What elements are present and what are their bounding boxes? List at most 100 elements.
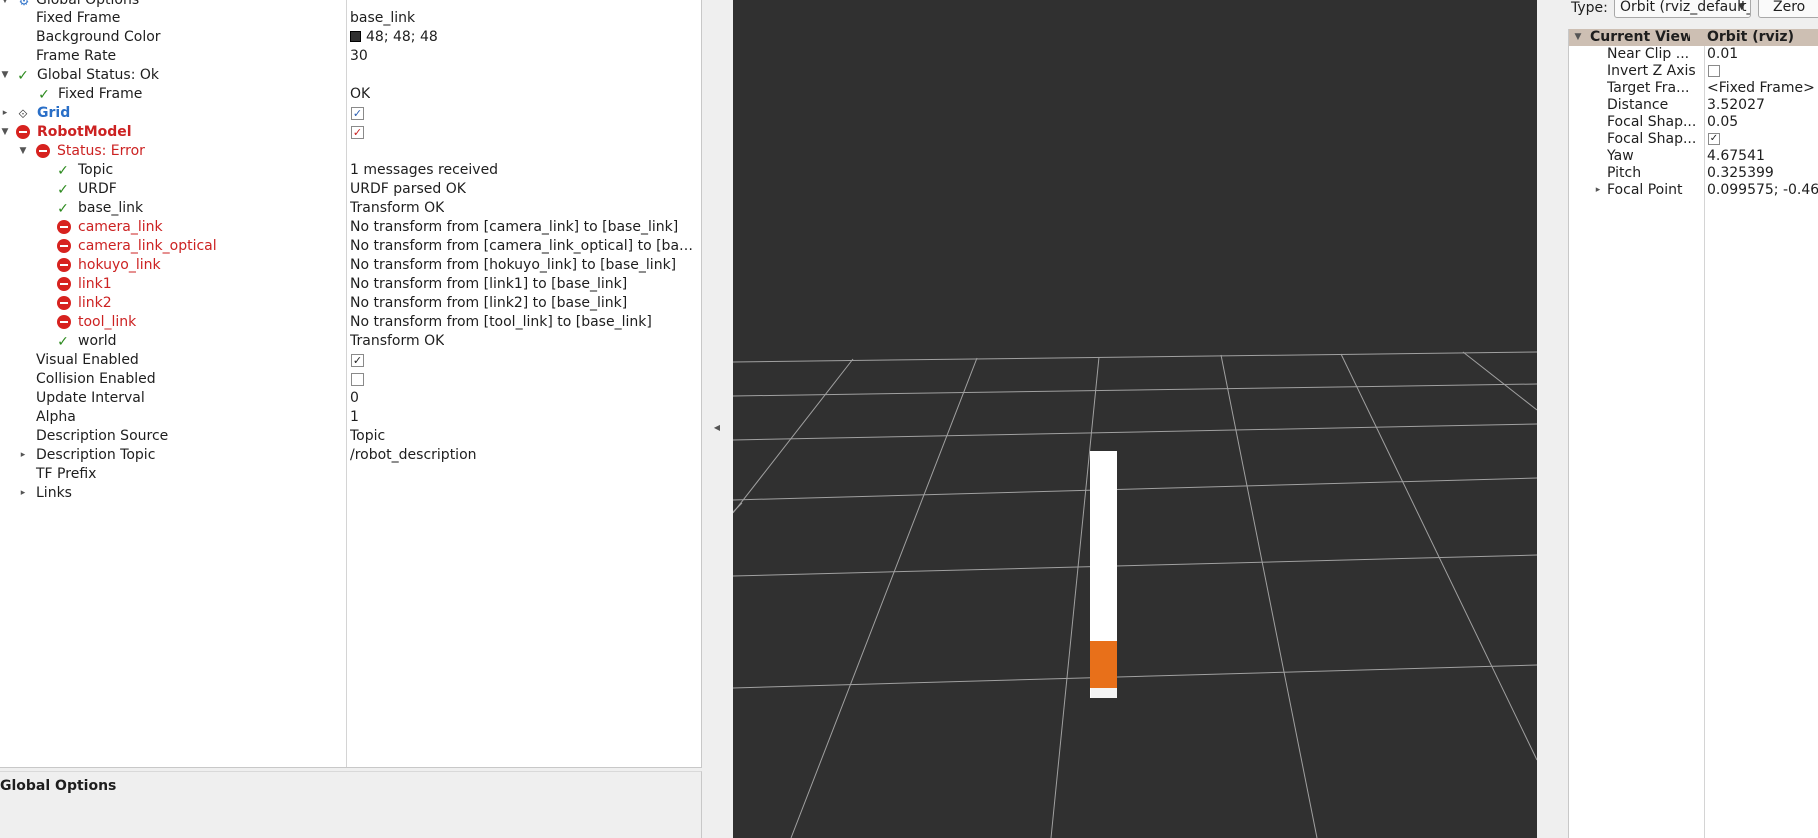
zero-button[interactable]: Zero — [1758, 0, 1818, 18]
scene-svg — [733, 351, 1537, 838]
error-icon — [57, 315, 71, 329]
row-label: tool_link — [78, 314, 137, 330]
row-alpha[interactable]: Alpha 1 — [0, 408, 701, 427]
focal-shape-fixed-checkbox[interactable]: ✓ — [1708, 133, 1720, 145]
row-description-topic[interactable]: ▸ Description Topic /robot_description — [0, 446, 701, 465]
grid-enabled-checkbox[interactable]: ✓ — [351, 107, 364, 120]
row-distance[interactable]: Distance 3.52027 — [1569, 97, 1818, 114]
row-label: Global Status: Ok — [37, 67, 160, 83]
row-target-frame[interactable]: Target Fra... <Fixed Frame> — [1569, 80, 1818, 97]
left-splitter[interactable]: ◀ — [702, 0, 733, 838]
row-grid[interactable]: ▸ ⟐ Grid ✓ — [0, 104, 701, 123]
collapsed-arrow-icon[interactable]: ▸ — [1593, 182, 1603, 199]
row-robotmodel[interactable]: ▼ RobotModel ✓ — [0, 123, 701, 142]
row-update-interval[interactable]: Update Interval 0 — [0, 389, 701, 408]
collision-enabled-checkbox[interactable] — [351, 373, 364, 386]
target-frame-value[interactable]: <Fixed Frame> — [1707, 80, 1815, 97]
row-focal-shape-size[interactable]: Focal Shap... 0.05 — [1569, 114, 1818, 131]
gear-icon: ⚙ — [18, 0, 30, 8]
row-urdf-status[interactable]: ✓ URDF URDF parsed OK — [0, 180, 701, 199]
row-label: link1 — [78, 276, 112, 292]
row-near-clip[interactable]: Near Clip ... 0.01 — [1569, 46, 1818, 63]
grid-line — [733, 554, 1537, 577]
row-tf-prefix[interactable]: TF Prefix — [0, 465, 701, 484]
check-icon: ✓ — [17, 68, 29, 84]
robotmodel-enabled-checkbox[interactable]: ✓ — [351, 126, 364, 139]
visual-enabled-checkbox[interactable]: ✓ — [351, 354, 364, 367]
focal-point-value[interactable]: 0.099575; -0.466 — [1707, 182, 1818, 199]
update-interval-value[interactable]: 0 — [350, 389, 359, 408]
type-label: Type: — [1571, 0, 1608, 16]
fixed-frame-value[interactable]: base_link — [350, 9, 415, 28]
row-tool-link-status[interactable]: tool_link No transform from [tool_link] … — [0, 313, 701, 332]
focal-shape-size-value[interactable]: 0.05 — [1707, 114, 1738, 131]
status-value: No transform from [hokuyo_link] to [base… — [350, 257, 677, 273]
displays-panel: ▼ ⚙ Global Options Fixed Frame base_link… — [0, 0, 702, 838]
row-label: URDF — [78, 181, 117, 197]
row-link2-status[interactable]: link2 No transform from [link2] to [base… — [0, 294, 701, 313]
row-hokuyo-link-status[interactable]: hokuyo_link No transform from [hokuyo_li… — [0, 256, 701, 275]
yaw-value[interactable]: 4.67541 — [1707, 148, 1765, 165]
row-links[interactable]: ▸ Links — [0, 484, 701, 503]
row-invert-z-axis[interactable]: Invert Z Axis — [1569, 63, 1818, 80]
row-visual-enabled[interactable]: Visual Enabled ✓ — [0, 351, 701, 370]
view-properties-tree[interactable]: ▼ Current View Orbit (rviz) Near Clip ..… — [1568, 29, 1818, 838]
status-value: No transform from [link2] to [base_link] — [350, 295, 628, 311]
expand-arrow-icon[interactable]: ▼ — [0, 66, 10, 85]
description-topic-value[interactable]: /robot_description — [350, 446, 477, 465]
row-status-error[interactable]: ▼ Status: Error — [0, 142, 701, 161]
row-yaw[interactable]: Yaw 4.67541 — [1569, 148, 1818, 165]
row-focal-shape-fixed-size[interactable]: Focal Shap... ✓ — [1569, 131, 1818, 148]
check-icon: ✓ — [38, 87, 50, 103]
row-pitch[interactable]: Pitch 0.325399 — [1569, 165, 1818, 182]
row-label: Pitch — [1607, 165, 1642, 181]
expand-arrow-icon[interactable]: ▼ — [1573, 29, 1583, 46]
row-status-fixed-frame[interactable]: ✓ Fixed Frame OK — [0, 85, 701, 104]
row-camera-link-optical-status[interactable]: camera_link_optical No transform from [c… — [0, 237, 701, 256]
grid-line — [733, 502, 743, 513]
collapsed-arrow-icon[interactable]: ▸ — [18, 484, 28, 503]
check-icon: ✓ — [57, 163, 69, 179]
row-label: camera_link — [78, 219, 163, 235]
row-collision-enabled[interactable]: Collision Enabled — [0, 370, 701, 389]
row-label: Fixed Frame — [58, 86, 143, 102]
near-clip-value[interactable]: 0.01 — [1707, 46, 1738, 63]
row-description-source[interactable]: Description Source Topic — [0, 427, 701, 446]
row-link1-status[interactable]: link1 No transform from [link1] to [base… — [0, 275, 701, 294]
alpha-value[interactable]: 1 — [350, 408, 359, 427]
row-camera-link-status[interactable]: camera_link No transform from [camera_li… — [0, 218, 701, 237]
invert-z-axis-checkbox[interactable] — [1708, 65, 1720, 77]
current-view-value: Orbit (rviz) — [1707, 29, 1794, 45]
row-focal-point[interactable]: ▸ Focal Point 0.099575; -0.466 — [1569, 182, 1818, 199]
collapsed-arrow-icon[interactable]: ▸ — [18, 446, 28, 465]
collapsed-arrow-icon[interactable]: ▸ — [0, 104, 10, 123]
status-value: OK — [350, 86, 371, 102]
row-base-link-status[interactable]: ✓ base_link Transform OK — [0, 199, 701, 218]
row-label: Near Clip ... — [1607, 46, 1690, 62]
chevron-down-icon: ▼ — [1738, 2, 1745, 12]
expand-arrow-icon[interactable]: ▼ — [18, 142, 28, 161]
row-world-status[interactable]: ✓ world Transform OK — [0, 332, 701, 351]
grid-line — [1462, 351, 1537, 411]
expand-arrow-icon[interactable]: ▼ — [0, 123, 10, 142]
row-current-view[interactable]: ▼ Current View Orbit (rviz) — [1569, 29, 1818, 46]
description-source-value[interactable]: Topic — [350, 427, 385, 446]
view-type-select[interactable]: Orbit (rviz_default_plugins) ▼ — [1614, 0, 1751, 18]
collapse-left-icon[interactable]: ◀ — [712, 423, 722, 432]
pitch-value[interactable]: 0.325399 — [1707, 165, 1774, 182]
frame-rate-value[interactable]: 30 — [350, 47, 368, 66]
distance-value[interactable]: 3.52027 — [1707, 97, 1765, 114]
row-frame-rate[interactable]: Frame Rate 30 — [0, 47, 701, 66]
row-topic-status[interactable]: ✓ Topic 1 messages received — [0, 161, 701, 180]
background-color-value[interactable]: 48; 48; 48 — [350, 28, 438, 47]
displays-tree[interactable]: ▼ ⚙ Global Options Fixed Frame base_link… — [0, 0, 702, 768]
row-label: Description Topic — [36, 447, 156, 463]
row-label: RobotModel — [37, 124, 132, 140]
row-fixed-frame[interactable]: Fixed Frame base_link — [0, 9, 701, 28]
render-viewport[interactable] — [733, 0, 1537, 838]
row-label: base_link — [78, 200, 144, 216]
row-background-color[interactable]: Background Color 48; 48; 48 — [0, 28, 701, 47]
row-global-status[interactable]: ▼ ✓ Global Status: Ok — [0, 66, 701, 85]
grid-line — [733, 351, 1537, 363]
grid-lines — [733, 351, 1537, 838]
